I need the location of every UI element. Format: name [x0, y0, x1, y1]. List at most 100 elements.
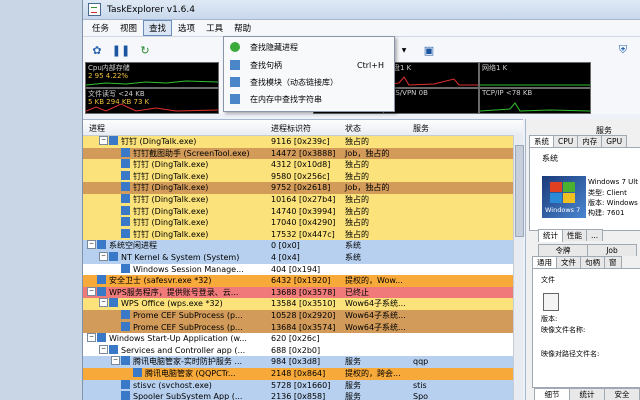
- process-name: WPS服务程序，提供账号登录、云...: [109, 287, 239, 297]
- expand-toggle-icon[interactable]: −: [99, 136, 108, 145]
- process-row[interactable]: 安全卫士 (safesvr.exe *32) 6432 [0x1920] 提权的，W…: [83, 275, 515, 287]
- dropdown-arrow-icon-2[interactable]: ▼: [401, 42, 407, 58]
- expand-toggle-icon[interactable]: −: [87, 286, 96, 296]
- menu-find[interactable]: 查找: [143, 20, 173, 36]
- process-row[interactable]: − 腾讯电脑管家-实时防护服务 ... 984 [0x3d8] 服务 qqp: [83, 356, 515, 368]
- col-process[interactable]: 进程: [89, 123, 105, 134]
- process-pid: 10528 [0x2920]: [271, 311, 336, 320]
- tab-security[interactable]: 安全: [604, 388, 640, 400]
- process-row[interactable]: 钉钉 (DingTalk.exe) 4312 [0x10d8] 独占的: [83, 159, 515, 171]
- process-status: Job，独占的: [345, 148, 390, 158]
- tab-details[interactable]: 细节: [534, 388, 570, 400]
- tab-perf[interactable]: 性能: [562, 229, 587, 241]
- process-row[interactable]: Windows Session Manage... 404 [0x194]: [83, 263, 515, 276]
- process-row[interactable]: 钉钉 (DingTalk.exe) 9752 [0x2618] Job，独占的: [83, 182, 515, 194]
- process-row[interactable]: Prome CEF SubProcess (p... 10528 [0x2920]…: [83, 310, 515, 322]
- process-row[interactable]: 钉钉 (DingTalk.exe) 9580 [0x256c] 独占的: [83, 170, 515, 183]
- process-status: 提权的，跨会...: [345, 369, 401, 378]
- col-pid[interactable]: 进程标识符: [271, 123, 311, 134]
- menu-bar: 任务 视图 查找 选项 工具 帮助: [83, 20, 640, 37]
- process-icon: [133, 368, 142, 377]
- process-icon: [121, 321, 130, 331]
- image-path-label: 映像对路径文件名:: [541, 350, 600, 358]
- process-pid: 13584 [0x3510]: [271, 299, 336, 309]
- expand-toggle-icon[interactable]: −: [87, 333, 96, 343]
- process-row[interactable]: 钉钉 (DingTalk.exe) 17532 [0x447c] 独占的: [83, 228, 515, 241]
- process-icon: [121, 205, 130, 215]
- process-row[interactable]: stisvc (svchost.exe) 5728 [0x1660] 服务 stis: [83, 379, 515, 392]
- expand-toggle-icon[interactable]: −: [87, 240, 96, 250]
- tab-job[interactable]: Job: [587, 244, 637, 256]
- tab-handles[interactable]: 句柄: [580, 256, 605, 268]
- process-row[interactable]: − NT Kernel & System (System) 4 [0x4] 系统: [83, 252, 515, 264]
- process-row[interactable]: 钉钉 (DingTalk.exe) 10164 [0x27b4] 独占的: [83, 194, 515, 206]
- expand-toggle-icon[interactable]: −: [111, 356, 120, 366]
- refresh-icon[interactable]: ↻: [137, 42, 153, 58]
- process-row[interactable]: − Services and Controller app (... 688 [0x…: [83, 344, 515, 357]
- menu-find-hidden-processes[interactable]: 查找隐藏进程: [224, 40, 394, 54]
- menu-options[interactable]: 选项: [173, 21, 200, 35]
- process-service: stis: [413, 380, 427, 390]
- process-row[interactable]: 钉钉 (DingTalk.exe) 17040 [0x4290] 独占的: [83, 217, 515, 229]
- process-pid: 4 [0x4]: [271, 253, 300, 262]
- process-row[interactable]: Prome CEF SubProcess (p... 13684 [0x3574]…: [83, 321, 515, 334]
- process-row[interactable]: 钉钉截图助手 (ScreenTool.exe) 14472 [0x3888] Job…: [83, 147, 515, 160]
- process-table-header: 进程 进程标识符 状态 服务: [83, 120, 523, 136]
- process-row[interactable]: 腾讯电脑管家 (QQPCTr... 2148 [0x864] 提权的，跨会...: [83, 368, 515, 380]
- process-pid: 620 [0x26c]: [271, 334, 320, 344]
- shield-icon[interactable]: ⛨: [615, 42, 631, 58]
- process-row[interactable]: − WPS服务程序，提供账号登录、云... 13688 [0x3578] 已终止: [83, 286, 515, 299]
- menu-find-hidden-processes-label: 查找隐藏进程: [250, 42, 298, 52]
- col-status[interactable]: 状态: [345, 123, 361, 134]
- expand-toggle-icon[interactable]: −: [99, 252, 108, 261]
- process-row[interactable]: − WPS Office (wps.exe *32) 13584 [0x3510] W…: [83, 298, 515, 310]
- vertical-scrollbar[interactable]: [513, 135, 524, 400]
- process-pid: 13688 [0x3578]: [271, 287, 336, 297]
- process-name: 安全卫士 (safesvr.exe *32): [109, 276, 212, 286]
- process-row[interactable]: − 系统空闲进程 0 [0x0] 系统: [83, 240, 515, 252]
- process-row[interactable]: − 钉钉 (DingTalk.exe) 9116 [0x239c] 独占的: [83, 136, 515, 148]
- process-row[interactable]: − Windows Start-Up Application (w... 620 […: [83, 333, 515, 345]
- process-status: Job，独占的: [345, 183, 390, 193]
- process-status: 独占的: [345, 171, 369, 181]
- menu-view[interactable]: 视图: [115, 21, 142, 35]
- tab-window[interactable]: 窗: [604, 256, 622, 268]
- menu-find-handle[interactable]: 查找句柄 Ctrl+H: [224, 58, 394, 72]
- scrollbar-thumb[interactable]: [515, 145, 524, 237]
- menu-task[interactable]: 任务: [87, 21, 114, 35]
- menu-find-memory-string[interactable]: 在内存中查找字符串: [224, 92, 394, 106]
- os-name: Windows 7 Ult: [588, 178, 638, 186]
- process-status: 已终止: [345, 287, 369, 297]
- process-pid: 404 [0x194]: [271, 264, 321, 274]
- process-status: 系统: [345, 241, 361, 251]
- menu-find-module[interactable]: 查找模块（动态链接库）: [224, 75, 394, 89]
- memory-string-icon: [230, 94, 240, 104]
- tab-stats[interactable]: 统计: [538, 229, 563, 242]
- tab-token[interactable]: 令牌: [538, 244, 588, 256]
- tab-cpu[interactable]: CPU: [553, 135, 579, 147]
- process-name: 腾讯电脑管家-实时防护服务 ...: [133, 357, 243, 367]
- tab-more[interactable]: ...: [586, 229, 604, 241]
- tab-statistics[interactable]: 统计: [569, 388, 605, 400]
- tab-memory[interactable]: 内存: [577, 135, 603, 147]
- menu-help[interactable]: 帮助: [229, 21, 256, 35]
- col-service[interactable]: 服务: [413, 123, 429, 134]
- expand-toggle-icon[interactable]: −: [99, 298, 108, 308]
- process-status: Wow64子系统...: [345, 311, 406, 320]
- process-status: 服务: [345, 392, 361, 400]
- tab-gpu[interactable]: GPU: [601, 135, 628, 147]
- window-icon[interactable]: ▣: [421, 42, 437, 58]
- process-row[interactable]: 钉钉 (DingTalk.exe) 14740 [0x3994] 独占的: [83, 205, 515, 218]
- process-icon: [121, 391, 130, 400]
- pause-icon[interactable]: ❚❚: [112, 42, 130, 58]
- process-status: Wow64子系统...: [345, 322, 406, 332]
- settings-icon[interactable]: ✿: [89, 42, 105, 58]
- expand-toggle-icon[interactable]: −: [99, 344, 108, 354]
- process-row[interactable]: Spooler SubSystem App (... 2136 [0x858] 服务…: [83, 391, 515, 400]
- menu-tools[interactable]: 工具: [201, 21, 228, 35]
- process-name: Services and Controller app (...: [121, 345, 246, 355]
- process-name: Prome CEF SubProcess (p...: [133, 311, 243, 320]
- process-pid: 14472 [0x3888]: [271, 148, 336, 158]
- tab-file[interactable]: 文件: [556, 256, 581, 268]
- process-icon: [121, 159, 130, 169]
